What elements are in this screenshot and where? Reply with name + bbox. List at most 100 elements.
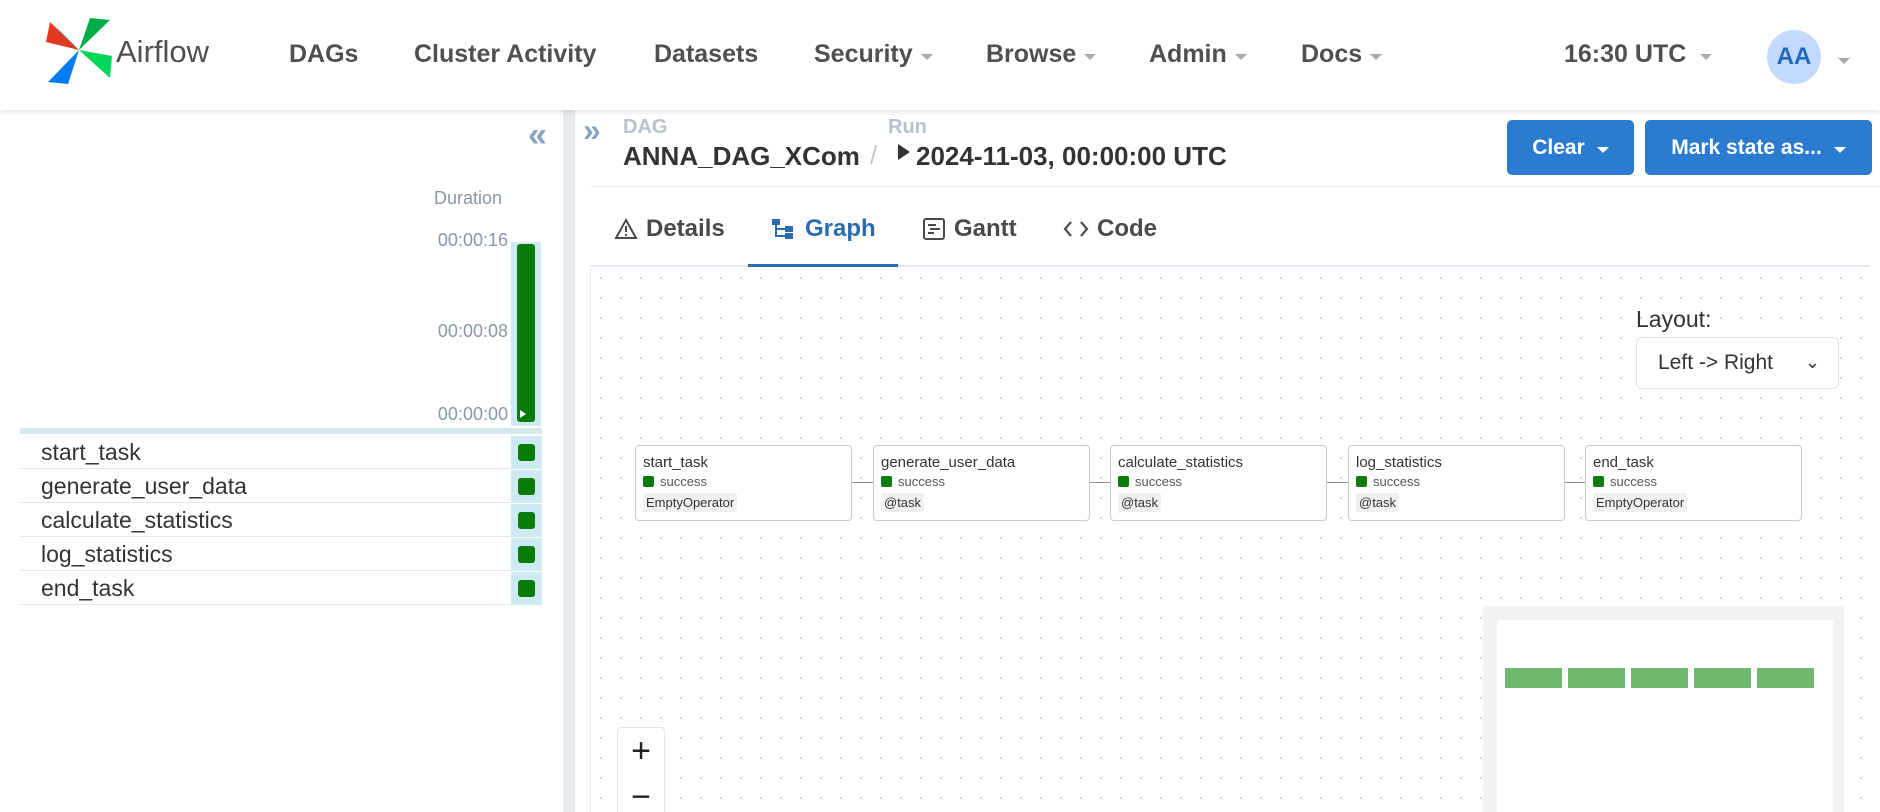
- node-state: success: [1356, 474, 1420, 489]
- task-instance-cell[interactable]: [511, 436, 542, 469]
- app-name[interactable]: Airflow: [116, 34, 209, 70]
- task-name: start_task: [41, 439, 141, 465]
- user-avatar[interactable]: AA: [1767, 30, 1821, 84]
- task-node[interactable]: start_task success EmptyOperator: [635, 445, 852, 521]
- divider: [590, 186, 1880, 187]
- tab-label: Gantt: [954, 215, 1017, 242]
- nav-admin[interactable]: Admin: [1149, 40, 1247, 69]
- tab-details[interactable]: Details: [614, 215, 725, 243]
- airflow-logo-icon[interactable]: [44, 16, 114, 84]
- breadcrumb-dag-link[interactable]: ANNA_DAG_XCom: [623, 141, 860, 172]
- task-name: end_task: [41, 575, 135, 601]
- task-node[interactable]: log_statistics success @task: [1348, 445, 1565, 521]
- task-instance-cell[interactable]: [511, 538, 542, 571]
- tab-label: Code: [1097, 215, 1157, 242]
- node-state: success: [1118, 474, 1182, 489]
- minimap-viewport[interactable]: [1497, 620, 1833, 812]
- nav-cluster-activity[interactable]: Cluster Activity: [414, 40, 596, 69]
- graph-edge: [1565, 482, 1586, 483]
- mark-state-button[interactable]: Mark state as...: [1645, 120, 1872, 175]
- collapse-grid-icon[interactable]: «: [528, 116, 547, 155]
- nav-dags[interactable]: DAGs: [289, 40, 358, 69]
- layout-select[interactable]: Left -> Right ⌄: [1636, 337, 1839, 389]
- nav-datasets[interactable]: Datasets: [654, 40, 758, 69]
- nav-browse[interactable]: Browse: [986, 40, 1097, 69]
- state-label: success: [1135, 474, 1182, 489]
- node-title: generate_user_data: [881, 454, 1016, 471]
- node-state: success: [881, 474, 945, 489]
- task-row[interactable]: calculate_statistics: [20, 504, 542, 537]
- tab-label: Details: [646, 215, 725, 242]
- timezone-selector[interactable]: 16:30 UTC: [1564, 40, 1713, 69]
- breadcrumb-dag-label: DAG: [623, 116, 668, 138]
- minimap-node: [1505, 668, 1562, 688]
- zoom-controls: + −: [617, 727, 665, 812]
- status-square: [518, 512, 535, 529]
- top-navbar: Airflow DAGs Cluster Activity Datasets S…: [0, 0, 1880, 110]
- minimap-node: [1631, 668, 1688, 688]
- tab-graph[interactable]: Graph: [771, 215, 876, 243]
- play-icon: [520, 410, 526, 418]
- operator-badge: @task: [1118, 493, 1162, 512]
- chevron-down-icon: [1700, 53, 1713, 60]
- task-node[interactable]: generate_user_data success @task: [873, 445, 1090, 521]
- node-title: log_statistics: [1356, 454, 1442, 471]
- clear-button[interactable]: Clear: [1507, 120, 1634, 175]
- task-name: log_statistics: [41, 541, 173, 567]
- layout-label: Layout:: [1636, 306, 1712, 332]
- current-time: 16:30 UTC: [1564, 40, 1687, 68]
- task-row[interactable]: generate_user_data: [20, 470, 542, 503]
- state-label: success: [660, 474, 707, 489]
- chevron-down-icon: [1234, 53, 1247, 60]
- chevron-down-icon: [1370, 53, 1383, 60]
- tab-code[interactable]: Code: [1063, 215, 1157, 243]
- node-state: success: [1593, 474, 1657, 489]
- chevron-down-icon[interactable]: [1838, 58, 1850, 64]
- task-row[interactable]: start_task: [20, 436, 542, 469]
- tab-gantt[interactable]: Gantt: [922, 215, 1017, 243]
- graph-edge: [852, 482, 873, 483]
- zoom-in-button[interactable]: +: [618, 728, 664, 774]
- minimap-node: [1694, 668, 1751, 688]
- minimap-node: [1568, 668, 1625, 688]
- expand-icon[interactable]: »: [583, 112, 601, 149]
- task-row[interactable]: end_task: [20, 572, 542, 605]
- status-square: [881, 476, 892, 487]
- operator-badge: EmptyOperator: [643, 493, 738, 512]
- clear-label: Clear: [1532, 135, 1585, 159]
- task-instance-cell[interactable]: [511, 504, 542, 537]
- panel-resize-handle[interactable]: [563, 110, 575, 812]
- warning-icon: [614, 218, 638, 239]
- duration-tick: 00:00:00: [437, 404, 508, 424]
- nav-security[interactable]: Security: [814, 40, 933, 69]
- operator-badge: @task: [881, 493, 925, 512]
- breadcrumb-run-link[interactable]: 2024-11-03, 00:00:00 UTC: [916, 141, 1227, 172]
- gantt-icon: [923, 218, 945, 240]
- play-icon: [898, 144, 910, 160]
- node-state: success: [643, 474, 707, 489]
- task-instance-cell[interactable]: [511, 572, 542, 605]
- task-instance-cell[interactable]: [511, 470, 542, 503]
- node-title: calculate_statistics: [1118, 454, 1244, 471]
- tab-label: Graph: [805, 215, 876, 242]
- run-duration-bar[interactable]: [517, 244, 535, 422]
- graph-edge: [1090, 482, 1111, 483]
- zoom-out-button[interactable]: −: [618, 774, 664, 812]
- breadcrumb-separator: /: [870, 140, 878, 170]
- status-square: [1118, 476, 1129, 487]
- graph-icon: [772, 219, 793, 239]
- chevron-down-icon: [1596, 146, 1609, 153]
- nav-docs[interactable]: Docs: [1301, 40, 1383, 69]
- status-square: [518, 478, 535, 495]
- layout-value: Left -> Right: [1658, 351, 1773, 374]
- status-square: [1356, 476, 1367, 487]
- state-label: success: [1373, 474, 1420, 489]
- duration-title: Duration: [434, 188, 503, 208]
- grid-panel: « Duration 00:00:16 00:00:08 00:00:00 st…: [0, 110, 563, 812]
- mark-state-label: Mark state as...: [1671, 135, 1822, 159]
- task-node[interactable]: calculate_statistics success @task: [1110, 445, 1327, 521]
- task-node[interactable]: end_task success EmptyOperator: [1585, 445, 1802, 521]
- task-name: calculate_statistics: [41, 507, 233, 533]
- task-row[interactable]: log_statistics: [20, 538, 542, 571]
- chevron-down-icon: [1084, 53, 1097, 60]
